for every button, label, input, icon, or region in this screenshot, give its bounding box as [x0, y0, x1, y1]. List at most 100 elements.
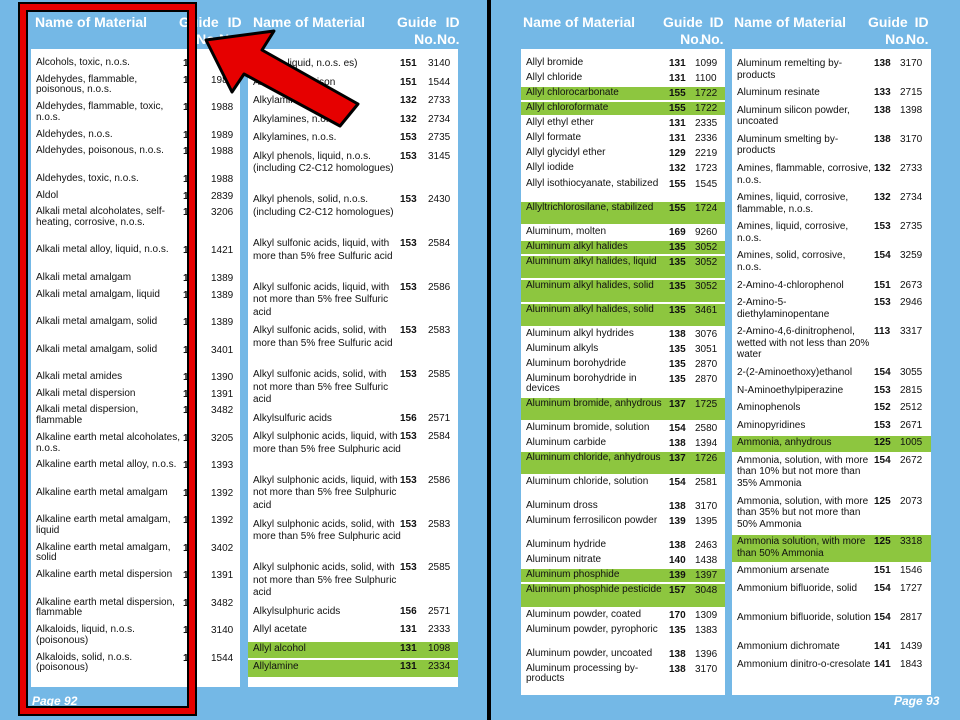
- header-guide-no: GuideNo.: [663, 14, 703, 47]
- id-number: 1389: [211, 289, 234, 301]
- guide-number: 131: [400, 661, 417, 673]
- id-number: 3402: [211, 542, 234, 554]
- header-id-no: IDNo.: [701, 14, 724, 47]
- guide-number: 138: [669, 648, 686, 660]
- guide-number: 135: [669, 241, 686, 253]
- id-number: 3170: [900, 133, 923, 145]
- material-name: Aluminum powder, pyrophoric: [526, 623, 658, 635]
- list-item: Ammonia, solution, with more than 35% bu…: [732, 495, 931, 534]
- material-name: Aluminum, molten: [526, 225, 607, 237]
- material-name: Aluminum dross: [526, 500, 598, 512]
- id-number: 3052: [695, 241, 718, 253]
- list-item: Allyl isothiocyanate, stabilized 155 1545: [521, 178, 725, 200]
- material-name: Aluminum chloride, anhydrous: [526, 451, 661, 463]
- id-number: 2672: [900, 454, 923, 466]
- material-name: Aluminum powder, coated: [526, 608, 642, 620]
- guide-number: 170: [669, 609, 686, 621]
- guide-number: 135: [669, 305, 686, 317]
- id-number: 1438: [695, 555, 718, 567]
- header-guide-no: GuideNo.: [397, 14, 437, 47]
- list-item: Aluminum chloride, anhydrous 137 1726: [521, 451, 725, 474]
- guide-number: 138: [874, 104, 891, 116]
- list-item: Aluminum powder, pyrophoric 135 1383: [521, 624, 725, 646]
- list-item: N-Aminoethylpiperazine 153 2815: [732, 384, 931, 400]
- guide-number: 156: [400, 412, 417, 424]
- id-number: 1005: [900, 437, 923, 449]
- id-number: 2581: [695, 476, 718, 488]
- id-number: 2673: [900, 279, 923, 291]
- material-name: Aluminum processing by-products: [526, 662, 639, 684]
- guide-number: 153: [400, 562, 417, 574]
- material-name: Allyl isothiocyanate, stabilized: [526, 177, 659, 189]
- id-number: 9260: [695, 226, 718, 238]
- material-name: Aluminum alkyl halides: [526, 240, 628, 252]
- id-number: 2336: [695, 133, 718, 145]
- id-number: 3482: [211, 405, 234, 417]
- list-item: Allyl alcohol 131 1098: [248, 641, 458, 659]
- material-name: 2-Amino-4-chlorophenol: [737, 279, 844, 291]
- list-item: Allylamine 131 2334: [248, 660, 458, 677]
- guide-number: 153: [874, 384, 891, 396]
- id-number: 1546: [900, 565, 923, 577]
- list-item: Alkyl sulphonic acids, liquid, with not …: [248, 474, 458, 516]
- material-name: Alkylsulphuric acids: [253, 605, 341, 617]
- material-name: Alkylsulfuric acids: [253, 412, 332, 424]
- guide-number: 153: [400, 431, 417, 443]
- id-number: 1395: [695, 516, 718, 528]
- guide-number: 153: [400, 132, 417, 144]
- guide-number: 131: [669, 133, 686, 145]
- guide-number: 113: [874, 326, 891, 338]
- id-number: 1099: [695, 58, 718, 69]
- material-name: 2-Amino-4,6-dinitrophenol, wetted with n…: [737, 326, 870, 361]
- id-number: 2583: [428, 518, 451, 530]
- list-item: Aluminum processing by-products 138 3170: [521, 663, 725, 685]
- id-number: 3170: [900, 58, 923, 69]
- id-number: 1392: [211, 487, 234, 499]
- list-item: Ammonia, solution, with more than 10% bu…: [732, 454, 931, 493]
- id-number: 1391: [211, 388, 234, 400]
- list-item: Allyltrichlorosilane, stabilized 155 1724: [521, 201, 725, 224]
- list-item: Aluminum hydride 138 2463: [521, 539, 725, 552]
- id-number: 1383: [695, 624, 718, 636]
- list-item: Aluminum alkyl halides, liquid 135 3052: [521, 255, 725, 279]
- id-number: 2512: [900, 402, 923, 414]
- material-name: Allylamine: [253, 661, 299, 673]
- material-name: Alkyl sulfonic acids, liquid, with not m…: [253, 281, 390, 318]
- material-name: N-Aminoethylpiperazine: [737, 384, 844, 396]
- id-number: 2335: [695, 118, 718, 130]
- guide-number: 138: [669, 501, 686, 513]
- id-number: 2583: [428, 325, 451, 337]
- id-number: 2733: [428, 95, 451, 107]
- material-name: Alkyl sulfonic acids, solid, with not mo…: [253, 369, 389, 406]
- material-name: Ammonia solution, with more than 50% Amm…: [737, 536, 866, 559]
- guide-number: 138: [874, 133, 891, 145]
- id-number: 1544: [211, 652, 234, 664]
- guide-number: 154: [874, 583, 891, 594]
- id-number: 1421: [211, 245, 234, 257]
- id-number: 2585: [428, 562, 451, 574]
- list-item: Aminopyridines 153 2671: [732, 419, 931, 435]
- material-name: Aluminum bromide, anhydrous: [526, 397, 662, 409]
- list-item: Alkylsulfuric acids 156 2571: [248, 412, 458, 429]
- id-number: 2715: [900, 87, 923, 99]
- material-name: Aluminum alkyl halides, liquid: [526, 255, 657, 267]
- arrow-icon: [204, 29, 360, 128]
- guide-number: 137: [669, 398, 686, 410]
- guide-number: 141: [874, 658, 891, 670]
- header-id-no: IDNo.: [906, 14, 929, 47]
- list-item: Aluminum remelting by-products 138 3170: [732, 57, 931, 84]
- id-number: 2586: [428, 474, 451, 486]
- column-2: d salts, liquid, n.o.s. es)1513140Alka n…: [248, 49, 458, 687]
- material-name: Amines, solid, corrosive, n.o.s.: [737, 250, 846, 273]
- guide-number: 153: [400, 194, 417, 206]
- list-item: Aluminum carbide 138 1394: [521, 437, 725, 450]
- guide-number: 153: [400, 238, 417, 250]
- list-item: Aluminum, molten 169 9260: [521, 226, 725, 239]
- id-number: 1727: [900, 583, 923, 594]
- material-name: Ammonia, solution, with more than 35% bu…: [737, 495, 869, 530]
- material-name: Alkyl sulphonic acids, liquid, with not …: [253, 474, 398, 511]
- list-item: Alkyl phenols, liquid, n.o.s. (including…: [248, 150, 458, 192]
- material-name: Aluminum powder, uncoated: [526, 647, 653, 659]
- list-item: Aluminum alkyl hydrides 138 3076: [521, 328, 725, 341]
- id-number: 1723: [695, 163, 718, 175]
